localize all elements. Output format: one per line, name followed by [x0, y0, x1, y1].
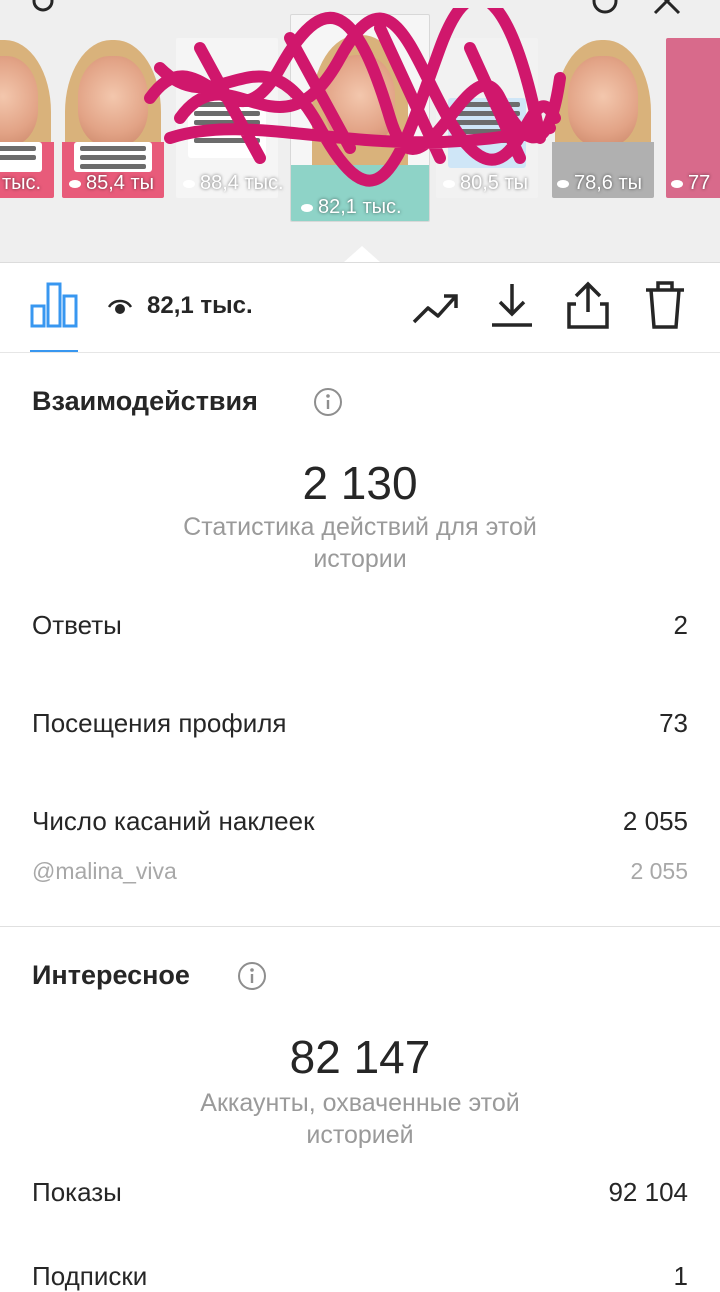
sticker-mention-value: 2 055 — [630, 858, 688, 884]
story-views: 78,6 ты — [556, 172, 642, 194]
close-icon[interactable] — [652, 0, 682, 16]
story-strip[interactable]: тыс. 85,4 ты 88,4 тыс. 82,1 тыс. 80,5 ты… — [0, 0, 720, 263]
promote-trend-icon[interactable] — [412, 288, 460, 328]
timer-icon[interactable] — [590, 0, 620, 16]
impressions-label: Показы — [32, 1177, 122, 1207]
story-thumbnail-selected[interactable] — [290, 14, 430, 222]
replies-value: 2 — [673, 610, 688, 640]
discovery-heading: Интересное — [32, 960, 190, 990]
profile-visits-label: Посещения профиля — [32, 708, 287, 738]
reach-caption: Аккаунты, охваченные этой историей — [200, 1089, 520, 1149]
story-views: 85,4 ты — [68, 172, 154, 194]
eye-icon — [557, 179, 569, 188]
interactions-heading: Взаимодействия — [32, 386, 258, 416]
sticker-taps-label: Число касаний наклеек — [32, 806, 315, 836]
info-icon[interactable] — [237, 961, 267, 991]
selection-pointer — [344, 246, 380, 262]
sticker-taps-value: 2 055 — [622, 806, 688, 836]
section-divider — [0, 926, 720, 927]
replies-label: Ответы — [32, 610, 122, 640]
settings-gear-icon[interactable] — [28, 0, 58, 16]
eye-icon — [183, 179, 195, 188]
follows-value: 1 — [673, 1261, 688, 1291]
story-views: тыс. — [2, 172, 42, 194]
download-icon[interactable] — [490, 282, 534, 328]
insights-chart-icon[interactable] — [30, 282, 78, 328]
story-toolbar: 82,1 тыс. — [0, 262, 720, 353]
story-views: 88,4 тыс. — [182, 172, 284, 194]
eye-icon — [443, 179, 455, 188]
sticker-mention-label[interactable]: @malina_viva — [32, 858, 177, 885]
tab-underline — [30, 350, 78, 352]
interactions-total: 2 130 — [302, 457, 418, 509]
eye-icon — [671, 179, 683, 188]
trash-icon[interactable] — [644, 280, 686, 330]
eye-icon — [108, 299, 132, 314]
story-views: 80,5 ты — [442, 172, 528, 194]
info-icon[interactable] — [313, 387, 343, 417]
reach-total: 82 147 — [289, 1031, 431, 1083]
story-views-selected: 82,1 тыс. — [300, 196, 402, 218]
follows-label: Подписки — [32, 1261, 148, 1291]
eye-icon — [301, 203, 313, 212]
eye-icon — [69, 179, 81, 188]
share-icon[interactable] — [566, 280, 610, 330]
impressions-value: 92 104 — [608, 1177, 688, 1207]
story-view-count: 82,1 тыс. — [147, 292, 253, 319]
profile-visits-value: 73 — [659, 708, 688, 738]
story-views: 77 — [670, 172, 710, 194]
interactions-caption: Статистика действий для этой истории — [183, 513, 537, 573]
